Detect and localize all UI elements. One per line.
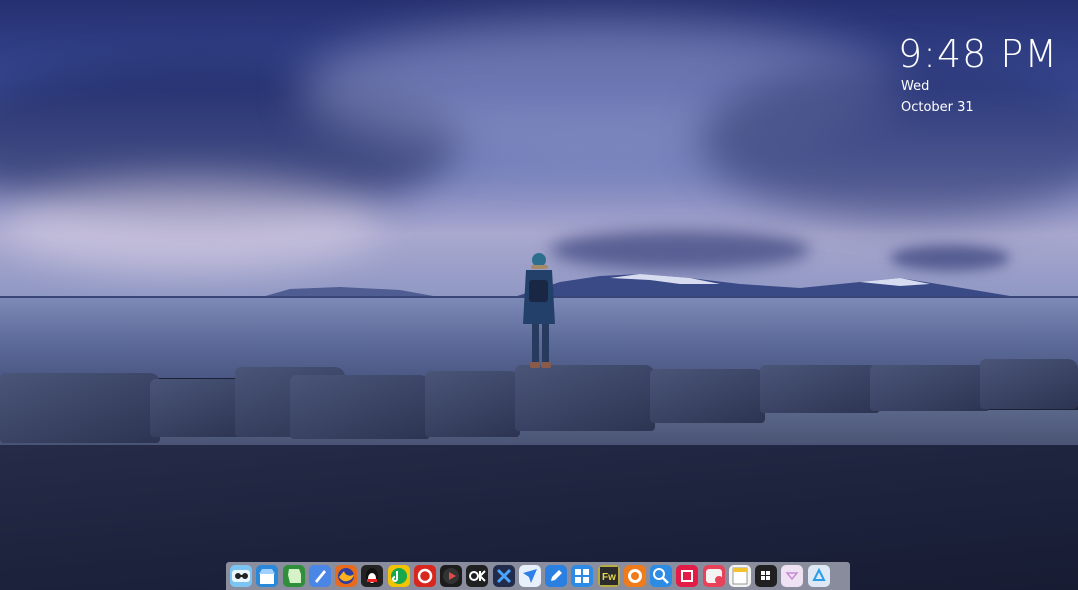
search-icon[interactable]	[650, 565, 672, 587]
red-app-icon[interactable]	[676, 565, 699, 587]
windows-tiles-icon[interactable]	[571, 565, 594, 587]
netease-music-icon[interactable]	[413, 565, 436, 587]
desktop-clock-widget: 9:48 PM Wed October 31	[898, 32, 1058, 118]
app-x-icon[interactable]	[492, 565, 515, 587]
svg-text:Fw: Fw	[602, 572, 616, 583]
video-app-icon[interactable]	[702, 565, 725, 587]
qq-icon[interactable]	[361, 565, 384, 587]
downloads-icon[interactable]	[781, 565, 804, 587]
firefox-icon[interactable]	[335, 565, 357, 587]
windows-icon[interactable]	[755, 565, 777, 587]
play-icon[interactable]	[440, 565, 462, 587]
person-figure	[523, 253, 555, 368]
circle-app-icon[interactable]	[623, 565, 646, 587]
bird-icon[interactable]	[518, 565, 541, 587]
clock-date: October 31	[901, 100, 974, 115]
finder-icon[interactable]	[230, 565, 252, 587]
launchpad-icon[interactable]	[308, 565, 331, 587]
rocks	[0, 359, 1078, 445]
notes-icon[interactable]	[728, 565, 751, 587]
clock-day: Wed	[901, 79, 930, 94]
pen-icon[interactable]	[545, 565, 567, 587]
music-icon[interactable]	[387, 565, 410, 587]
recycle-bin-icon[interactable]	[807, 565, 830, 587]
evernote-icon[interactable]	[282, 565, 305, 587]
clock-time: 9:48 PM	[898, 32, 1059, 76]
fireworks-icon[interactable]: Fw	[597, 565, 620, 587]
dock: Fw	[226, 562, 850, 590]
store-icon[interactable]	[256, 565, 279, 587]
cloud	[0, 180, 380, 270]
ok-icon[interactable]	[466, 565, 489, 587]
